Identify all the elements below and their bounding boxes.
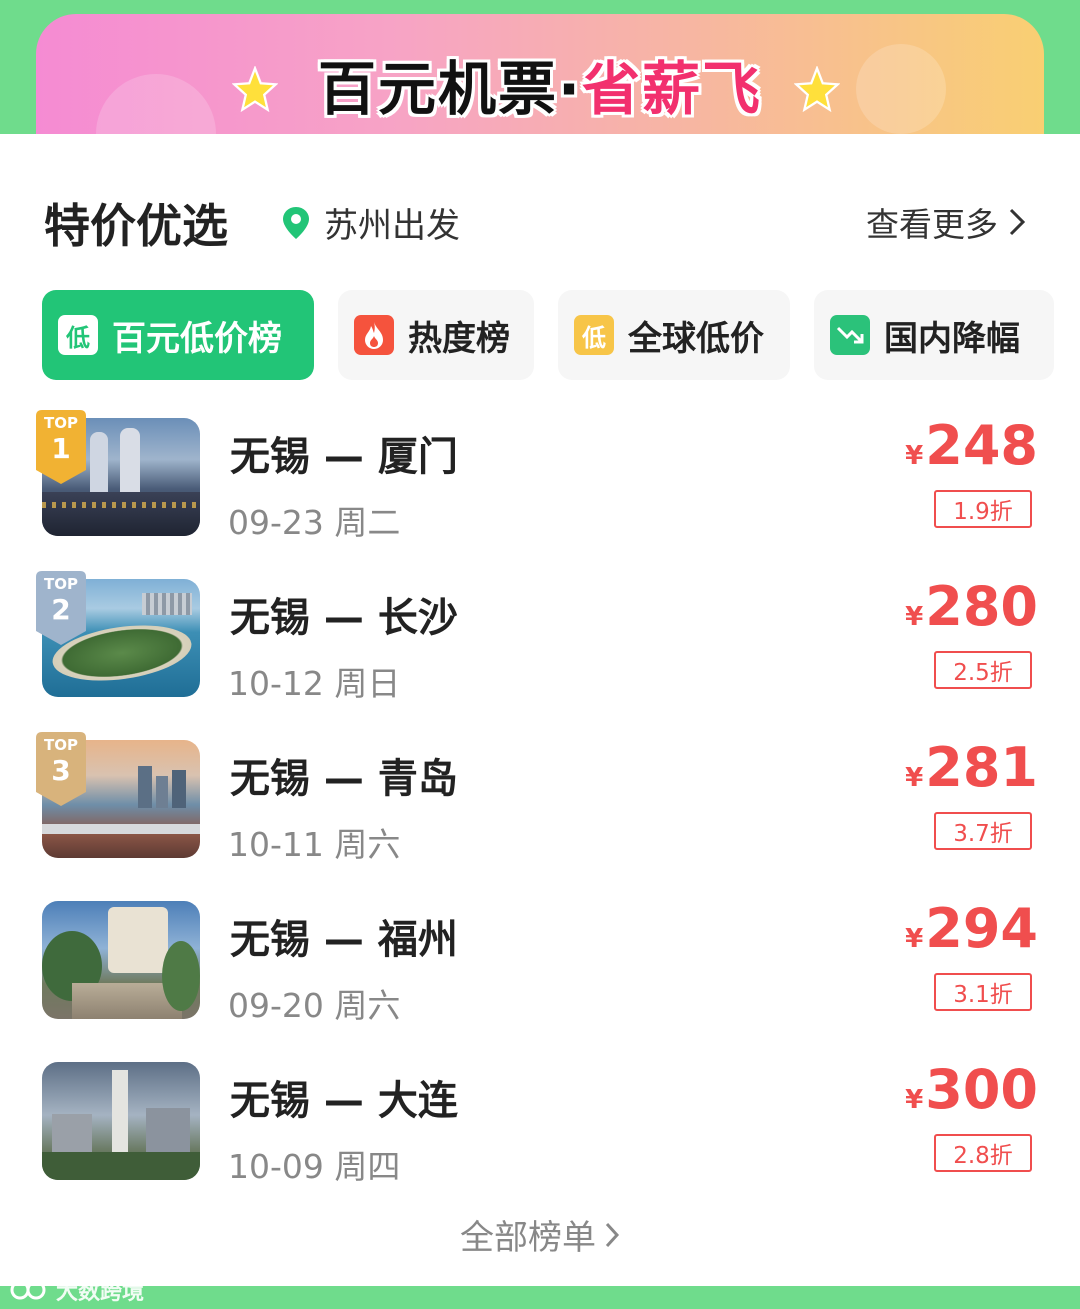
ranking-tabs: 低 百元低价榜 热度榜 低 全球低价 国内降幅 xyxy=(42,290,1080,380)
discount-badge: 3.7折 xyxy=(934,812,1032,850)
departure-date: 09-23 周二 xyxy=(228,503,401,542)
fire-icon xyxy=(354,315,394,355)
banner-area: 百元机票·省薪飞 xyxy=(0,0,1080,164)
flight-row[interactable]: 无锡 — 大连 10-09 周四 ¥300 2.8折 xyxy=(42,1058,1038,1186)
see-more-link[interactable]: 查看更多 xyxy=(866,198,1026,246)
tab-label: 国内降幅 xyxy=(884,318,1020,359)
low-price-icon: 低 xyxy=(574,315,614,355)
discount-badge: 3.1折 xyxy=(934,973,1032,1011)
location-label: 苏州出发 xyxy=(324,206,460,246)
price: ¥300 xyxy=(905,1058,1038,1121)
tab-label: 百元低价榜 xyxy=(112,318,282,359)
flight-row[interactable]: TOP 3 无锡 — 青岛 10-11 周六 ¥281 3.7折 xyxy=(36,732,1038,864)
discount-badge: 2.5折 xyxy=(934,651,1032,689)
tab-popularity[interactable]: 热度榜 xyxy=(338,290,534,380)
chevron-right-icon xyxy=(1009,208,1026,236)
watermark: 大数跨境 xyxy=(10,1274,144,1306)
route-label: 无锡 — 厦门 xyxy=(230,434,458,480)
price: ¥280 xyxy=(905,575,1038,638)
discount-badge: 2.8折 xyxy=(934,1134,1032,1172)
chevron-right-icon xyxy=(605,1222,620,1247)
price: ¥281 xyxy=(905,736,1038,799)
price: ¥248 xyxy=(905,414,1038,477)
departure-date: 10-11 周六 xyxy=(228,825,401,864)
tab-global-low-price[interactable]: 低 全球低价 xyxy=(558,290,790,380)
trend-down-icon xyxy=(830,315,870,355)
tab-domestic-drop[interactable]: 国内降幅 xyxy=(814,290,1054,380)
departure-date: 10-12 周日 xyxy=(228,664,401,703)
price: ¥294 xyxy=(905,897,1038,960)
discount-badge: 1.9折 xyxy=(934,490,1032,528)
route-label: 无锡 — 福州 xyxy=(230,917,458,963)
low-price-icon: 低 xyxy=(58,315,98,355)
flight-row[interactable]: TOP 2 无锡 — 长沙 10-12 周日 ¥280 2.5折 xyxy=(36,571,1038,703)
deals-card: 特价优选 苏州出发 查看更多 低 百元低价榜 热度榜 低 全球低价 国内降幅 T… xyxy=(0,134,1080,1286)
tab-hundred-yuan-low-price[interactable]: 低 百元低价榜 xyxy=(42,290,314,380)
bottom-bar xyxy=(0,1286,1080,1309)
departure-date: 10-09 周四 xyxy=(228,1147,401,1186)
rank-badge: TOP 3 xyxy=(36,732,86,808)
section-title: 特价优选 xyxy=(44,199,228,253)
rank-badge: TOP 1 xyxy=(36,410,86,486)
banner-title: 百元机票·省薪飞 xyxy=(317,55,763,123)
route-label: 无锡 — 青岛 xyxy=(230,756,458,802)
see-more-label: 查看更多 xyxy=(866,205,998,244)
tab-label: 全球低价 xyxy=(628,318,764,359)
departure-location[interactable]: 苏州出发 xyxy=(282,198,460,247)
route-label: 无锡 — 长沙 xyxy=(230,595,458,641)
destination-thumbnail xyxy=(42,901,200,1019)
flight-row[interactable]: TOP 1 无锡 — 厦门 09-23 周二 ¥248 1.9折 xyxy=(36,410,1038,542)
location-pin-icon xyxy=(283,206,309,239)
route-label: 无锡 — 大连 xyxy=(230,1078,458,1124)
rank-badge: TOP 2 xyxy=(36,571,86,647)
all-list-label: 全部榜单 xyxy=(460,1218,596,1258)
tab-label: 热度榜 xyxy=(408,318,510,359)
all-list-link[interactable]: 全部榜单 xyxy=(0,1210,1080,1259)
watermark-logo-icon xyxy=(10,1280,46,1300)
star-icon xyxy=(794,66,840,112)
flight-row[interactable]: 无锡 — 福州 09-20 周六 ¥294 3.1折 xyxy=(42,897,1038,1025)
departure-date: 09-20 周六 xyxy=(228,986,401,1025)
destination-thumbnail xyxy=(42,1062,200,1180)
